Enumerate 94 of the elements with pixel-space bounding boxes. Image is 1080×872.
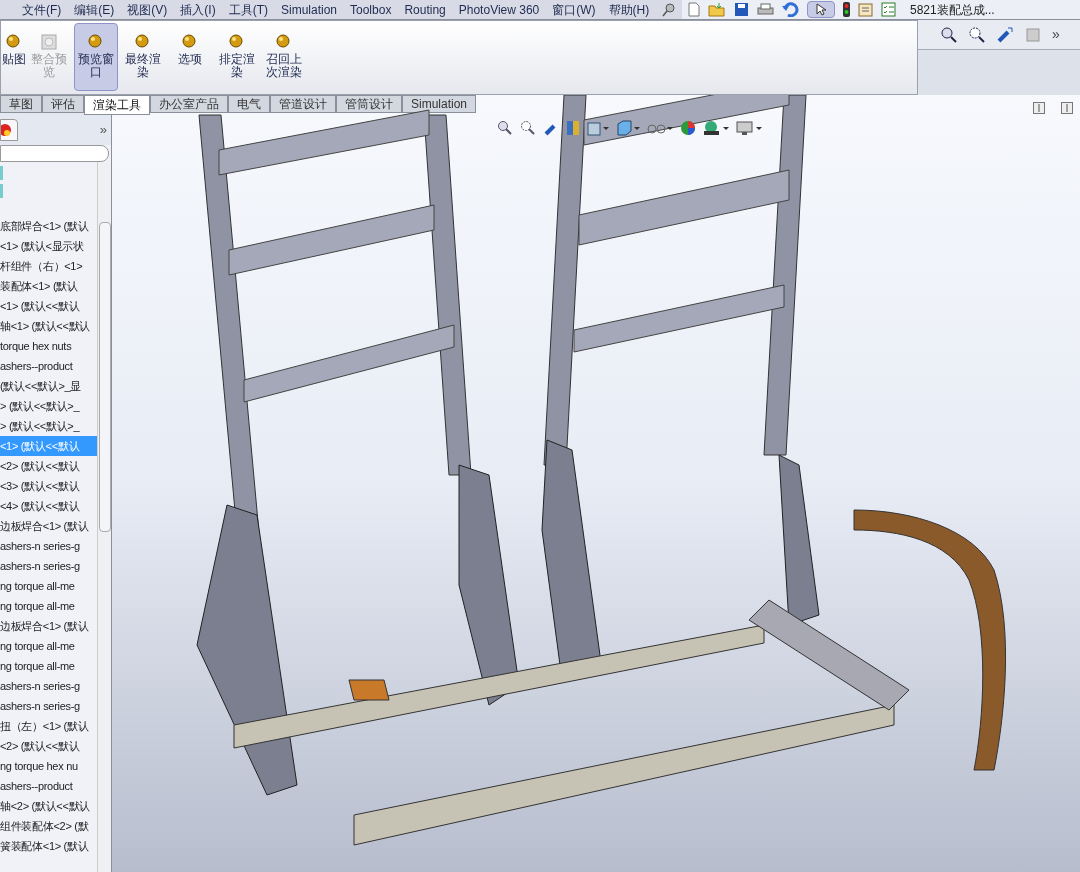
- tree-item[interactable]: ng torque all-me: [0, 576, 97, 596]
- tree-item[interactable]: 边板焊合<1> (默认: [0, 616, 97, 636]
- ribbon-button[interactable]: 排定渲染: [215, 23, 259, 91]
- menu-item[interactable]: PhotoView 360: [458, 0, 540, 19]
- tab[interactable]: 渲染工具: [84, 95, 150, 115]
- tree-item[interactable]: ng torque all-me: [0, 656, 97, 676]
- new-document-icon[interactable]: [688, 2, 700, 17]
- scene-icon[interactable]: [703, 120, 729, 136]
- preview-icon: [41, 34, 57, 50]
- tree-item[interactable]: ashers-n series-g: [0, 556, 97, 576]
- undo-icon[interactable]: [782, 2, 799, 17]
- clipboard-icon[interactable]: [858, 2, 873, 17]
- tree-item[interactable]: 轴<1> (默认<<默认: [0, 316, 97, 336]
- ribbon-button[interactable]: 最终渲染: [121, 23, 165, 91]
- checklist-icon[interactable]: [881, 2, 896, 17]
- tab[interactable]: 评估: [42, 95, 84, 113]
- ribbon-button[interactable]: 选项: [168, 23, 212, 91]
- render-sphere-icon: [135, 34, 151, 50]
- tree-item[interactable]: <1> (默认<<默认: [0, 296, 97, 316]
- tree-item[interactable]: ashers-n series-g: [0, 676, 97, 696]
- tree-item[interactable]: ashers-n series-g: [0, 696, 97, 716]
- tree-item[interactable]: 底部焊合<1> (默认: [0, 216, 97, 236]
- menu-item[interactable]: 帮助(H): [608, 0, 650, 19]
- tab[interactable]: Simulation: [402, 95, 477, 113]
- tree-item[interactable]: torque hex nuts: [0, 336, 97, 356]
- render-sphere-icon: [88, 34, 104, 50]
- split-view-icon[interactable]: [1061, 102, 1073, 114]
- menu-item[interactable]: Simulation: [281, 0, 337, 19]
- tab[interactable]: 办公室产品: [150, 95, 228, 113]
- menu-item[interactable]: 工具(T): [228, 0, 268, 19]
- ribbon-button[interactable]: 召回上次渲染: [262, 23, 306, 91]
- menu-item[interactable]: 文件(F): [22, 0, 62, 19]
- tab[interactable]: 管道设计: [270, 95, 336, 113]
- tree-item[interactable]: ng torque all-me: [0, 636, 97, 656]
- expand-panel-button[interactable]: »: [99, 120, 107, 140]
- tab[interactable]: 草图: [0, 95, 42, 113]
- menu-item[interactable]: Toolbox: [350, 0, 392, 19]
- tree-item[interactable]: 组件装配体<2> (默: [0, 816, 97, 836]
- select-button[interactable]: [807, 1, 835, 18]
- menu-item[interactable]: Routing: [404, 0, 446, 19]
- tree-item[interactable]: 轴<2> (默认<<默认: [0, 796, 97, 816]
- ribbon-button[interactable]: 预览窗口: [74, 23, 118, 91]
- tree-item[interactable]: ashers-n series-g: [0, 536, 97, 556]
- tab[interactable]: 管筒设计: [336, 95, 402, 113]
- tree-item[interactable]: ng torque hex nu: [0, 756, 97, 776]
- tree-item[interactable]: <2> (默认<<默认: [0, 736, 97, 756]
- split-view-icon[interactable]: [1033, 102, 1045, 114]
- render-sphere-icon: [276, 34, 292, 50]
- traffic-light-icon[interactable]: [843, 2, 850, 17]
- more-tools-button[interactable]: »: [1052, 24, 1060, 45]
- printer-icon[interactable]: [757, 2, 774, 17]
- tree-item[interactable]: 杆组件（右）<1>: [0, 256, 97, 276]
- render-sphere-icon: [6, 34, 22, 50]
- appearance-tab[interactable]: [0, 119, 18, 141]
- tree-item[interactable]: 扭（左）<1> (默认: [0, 716, 97, 736]
- zoom-area-icon[interactable]: [968, 25, 986, 44]
- zoom-fit-icon[interactable]: [940, 25, 958, 44]
- previous-view-icon[interactable]: [996, 25, 1014, 44]
- tree-item[interactable]: <1> (默认<显示状: [0, 236, 97, 256]
- menu-item[interactable]: 窗口(W): [552, 0, 596, 19]
- tree-item[interactable]: > (默认<<默认>_: [0, 416, 97, 436]
- zoom-fit-icon[interactable]: [497, 120, 513, 136]
- monitor-icon[interactable]: [736, 120, 762, 136]
- render-sphere-icon: [229, 34, 245, 50]
- save-icon[interactable]: [734, 2, 749, 17]
- tree-item[interactable]: > (默认<<默认>_: [0, 396, 97, 416]
- document-title: 5821装配总成...: [910, 1, 995, 19]
- tree-item[interactable]: <2> (默认<<默认: [0, 456, 97, 476]
- tree-item[interactable]: ashers--product: [0, 356, 97, 376]
- tree-item[interactable]: ng torque all-me: [0, 596, 97, 616]
- filter-field[interactable]: [0, 145, 109, 162]
- tree-item[interactable]: 边板焊合<1> (默认: [0, 516, 97, 536]
- zoom-area-icon[interactable]: [520, 120, 536, 136]
- tree-item[interactable]: <3> (默认<<默认: [0, 476, 97, 496]
- pointer-icon: [816, 3, 826, 16]
- render-sphere-icon: [182, 34, 198, 50]
- scrollbar[interactable]: [97, 162, 111, 872]
- display-style-icon[interactable]: [616, 120, 640, 136]
- tree-item[interactable]: 装配体<1> (默认: [0, 276, 97, 296]
- scrollbar-thumb[interactable]: [98, 222, 111, 532]
- lever-handle: [348, 679, 390, 701]
- menu-item[interactable]: 编辑(E): [74, 0, 115, 19]
- tree-item[interactable]: <4> (默认<<默认: [0, 496, 97, 516]
- tree-item[interactable]: ashers--product: [0, 776, 97, 796]
- tab[interactable]: 电气: [228, 95, 270, 113]
- view-orientation-icon[interactable]: [587, 120, 609, 136]
- tree-item[interactable]: (默认<<默认>_显: [0, 376, 97, 396]
- tree-item[interactable]: 簧装配体<1> (默认: [0, 836, 97, 856]
- menu-item[interactable]: 视图(V): [127, 0, 168, 19]
- tree-item-icon: [0, 184, 3, 198]
- menu-item[interactable]: 插入(I): [180, 0, 216, 19]
- tree-item-icon: [0, 166, 3, 180]
- ribbon-button[interactable]: 贴图: [4, 23, 24, 91]
- open-folder-icon[interactable]: [708, 2, 726, 17]
